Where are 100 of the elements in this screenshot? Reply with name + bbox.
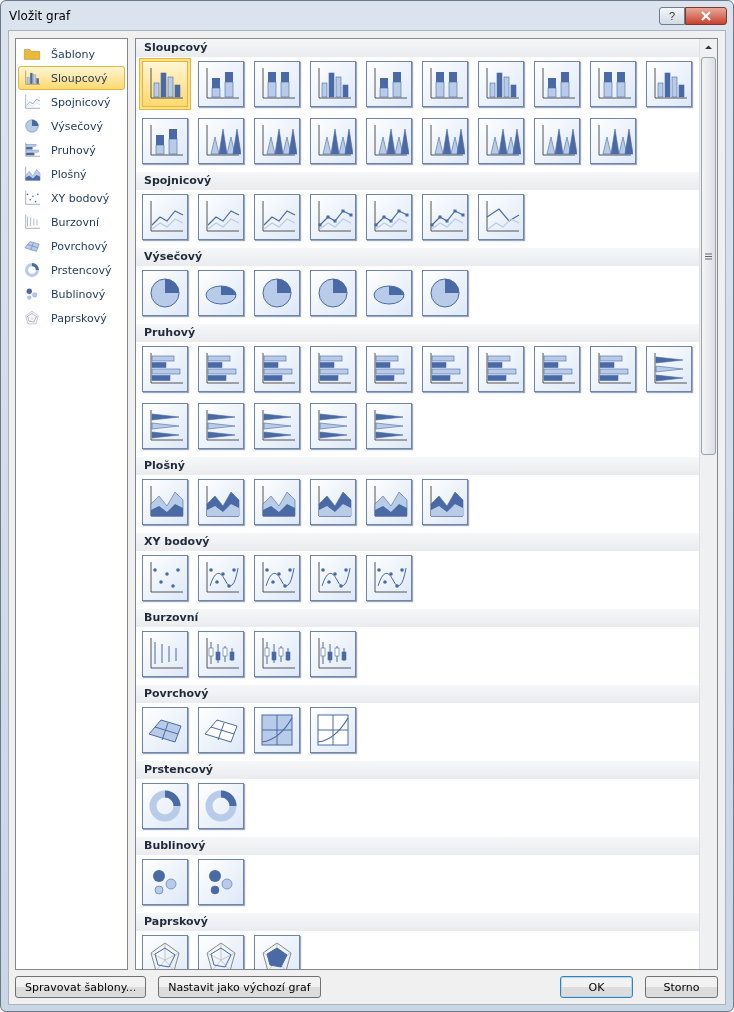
chart-category-item[interactable]: Paprskový (18, 306, 125, 330)
chart-type-thumbnail[interactable] (198, 935, 244, 969)
chart-type-thumbnail[interactable] (254, 194, 300, 240)
chart-type-thumbnail[interactable] (142, 346, 188, 392)
chart-type-thumbnail[interactable] (254, 403, 300, 449)
chart-type-thumbnail[interactable] (646, 61, 692, 107)
chart-category-item[interactable]: Sloupcový (18, 66, 125, 90)
area-chart-icon (23, 165, 41, 183)
chart-type-thumbnail[interactable] (534, 346, 580, 392)
chart-type-thumbnail[interactable] (142, 783, 188, 829)
chart-type-thumbnail[interactable] (422, 194, 468, 240)
chart-category-item[interactable]: Povrchový (18, 234, 125, 258)
chart-type-thumbnail[interactable] (534, 61, 580, 107)
chart-type-thumbnail[interactable] (198, 270, 244, 316)
chart-type-thumbnail[interactable] (366, 194, 412, 240)
chart-type-thumbnail[interactable] (142, 935, 188, 969)
dialog-button[interactable]: Storno (645, 976, 718, 998)
chart-type-thumbnail[interactable] (366, 403, 412, 449)
chart-type-thumbnail[interactable] (310, 194, 356, 240)
chart-type-thumbnail[interactable] (142, 194, 188, 240)
chart-type-thumbnail[interactable] (254, 61, 300, 107)
section-header: Spojnicový (136, 172, 699, 190)
chart-type-thumbnail[interactable] (422, 346, 468, 392)
chart-type-thumbnail[interactable] (310, 707, 356, 753)
chart-type-thumbnail[interactable] (198, 707, 244, 753)
chart-type-thumbnail[interactable] (198, 479, 244, 525)
help-button[interactable]: ? (659, 6, 685, 25)
chart-category-item[interactable]: Burzovní (18, 210, 125, 234)
chart-type-thumbnail[interactable] (254, 346, 300, 392)
chart-type-thumbnail[interactable] (422, 479, 468, 525)
chart-category-item[interactable]: Plošný (18, 162, 125, 186)
chart-type-thumbnail[interactable] (366, 555, 412, 601)
chart-type-thumbnail[interactable] (254, 707, 300, 753)
chart-category-item[interactable]: Bublinový (18, 282, 125, 306)
chart-type-thumbnail[interactable] (254, 270, 300, 316)
chart-type-thumbnail[interactable] (198, 403, 244, 449)
chart-type-thumbnail[interactable] (478, 346, 524, 392)
chart-type-thumbnail[interactable] (142, 707, 188, 753)
chart-type-thumbnail[interactable] (142, 555, 188, 601)
chart-type-thumbnail[interactable] (422, 61, 468, 107)
chart-type-thumbnail[interactable] (142, 631, 188, 677)
chart-type-thumbnail[interactable] (198, 631, 244, 677)
chart-type-thumbnail[interactable] (310, 346, 356, 392)
default-button[interactable]: OK (560, 976, 633, 998)
dialog-button[interactable]: Nastavit jako výchozí graf (158, 976, 321, 998)
chart-type-thumbnail[interactable] (422, 118, 468, 164)
chart-type-thumbnail[interactable] (198, 61, 244, 107)
chart-type-thumbnail[interactable] (310, 61, 356, 107)
chart-type-thumbnail[interactable] (590, 118, 636, 164)
chart-type-thumbnail[interactable] (478, 194, 524, 240)
chart-category-item[interactable]: XY bodový (18, 186, 125, 210)
chart-type-thumbnail[interactable] (254, 118, 300, 164)
chart-type-thumbnail[interactable] (422, 270, 468, 316)
chart-type-thumbnail[interactable] (254, 935, 300, 969)
chart-type-thumbnail[interactable] (254, 631, 300, 677)
chart-type-thumbnail[interactable] (310, 403, 356, 449)
chart-type-thumbnail[interactable] (590, 61, 636, 107)
chart-type-thumbnail[interactable] (142, 403, 188, 449)
radar-chart-icon (23, 309, 41, 327)
chart-type-thumbnail[interactable] (142, 270, 188, 316)
chart-type-thumbnail[interactable] (254, 555, 300, 601)
chart-type-thumbnail[interactable] (142, 61, 188, 107)
chart-type-thumbnail[interactable] (198, 555, 244, 601)
scrollbar-thumb[interactable] (701, 57, 716, 455)
chart-category-item[interactable]: Šablony (18, 42, 125, 66)
close-button[interactable] (685, 6, 727, 25)
chart-category-item[interactable]: Výsečový (18, 114, 125, 138)
chart-type-thumbnail[interactable] (366, 346, 412, 392)
section-header: Prstencový (136, 761, 699, 779)
dialog-button[interactable]: Spravovat šablony... (15, 976, 147, 998)
chart-type-thumbnail[interactable] (590, 346, 636, 392)
chart-type-thumbnail[interactable] (142, 479, 188, 525)
chart-type-thumbnail[interactable] (198, 783, 244, 829)
chart-type-thumbnail[interactable] (142, 859, 188, 905)
chart-type-thumbnail[interactable] (310, 631, 356, 677)
scrollbar[interactable] (699, 39, 717, 969)
close-icon (700, 10, 712, 21)
chart-type-thumbnail[interactable] (366, 118, 412, 164)
chart-type-thumbnail[interactable] (310, 555, 356, 601)
chart-type-thumbnail[interactable] (366, 479, 412, 525)
chart-type-thumbnail[interactable] (254, 479, 300, 525)
chart-type-thumbnail[interactable] (198, 346, 244, 392)
chart-type-thumbnail[interactable] (198, 859, 244, 905)
chart-type-thumbnail[interactable] (534, 118, 580, 164)
chart-category-item[interactable]: Prstencový (18, 258, 125, 282)
chart-type-thumbnail[interactable] (478, 61, 524, 107)
chart-type-thumbnail[interactable] (366, 61, 412, 107)
chart-type-thumbnail[interactable] (310, 118, 356, 164)
chart-type-thumbnail[interactable] (198, 118, 244, 164)
chart-type-thumbnail[interactable] (310, 479, 356, 525)
bar-chart-icon (23, 141, 41, 159)
chart-type-thumbnail[interactable] (478, 118, 524, 164)
chart-type-thumbnail[interactable] (310, 270, 356, 316)
line-chart-icon (23, 93, 41, 111)
chart-category-item[interactable]: Pruhový (18, 138, 125, 162)
chart-type-thumbnail[interactable] (198, 194, 244, 240)
chart-type-thumbnail[interactable] (142, 118, 188, 164)
chart-type-thumbnail[interactable] (366, 270, 412, 316)
chart-category-item[interactable]: Spojnicový (18, 90, 125, 114)
chart-type-thumbnail[interactable] (646, 346, 692, 392)
